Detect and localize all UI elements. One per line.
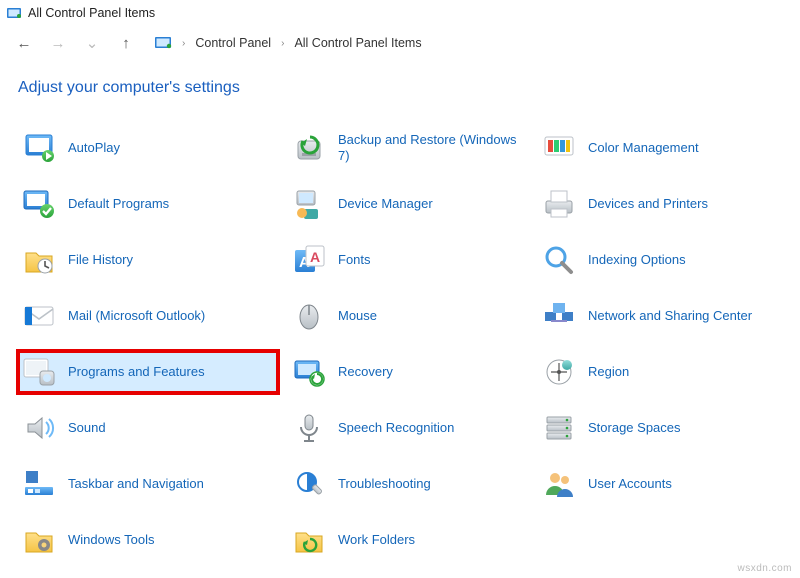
window-title: All Control Panel Items bbox=[28, 6, 155, 20]
item-label: User Accounts bbox=[588, 476, 672, 492]
breadcrumb-control-panel[interactable]: Control Panel bbox=[193, 34, 273, 52]
item-label: Device Manager bbox=[338, 196, 433, 212]
devices-printers-icon bbox=[542, 187, 576, 221]
file-history-icon bbox=[22, 243, 56, 277]
item-label: AutoPlay bbox=[68, 140, 120, 156]
item-troubleshooting[interactable]: Troubleshooting bbox=[288, 463, 528, 505]
item-devices-printers[interactable]: Devices and Printers bbox=[538, 183, 798, 225]
windows-tools-icon bbox=[22, 523, 56, 557]
breadcrumb-current[interactable]: All Control Panel Items bbox=[292, 34, 423, 52]
troubleshooting-icon bbox=[292, 467, 326, 501]
control-panel-icon bbox=[154, 34, 172, 52]
item-storage-spaces[interactable]: Storage Spaces bbox=[538, 407, 798, 449]
item-backup-restore[interactable]: Backup and Restore (Windows 7) bbox=[288, 127, 528, 169]
item-label: Windows Tools bbox=[68, 532, 154, 548]
item-device-manager[interactable]: Device Manager bbox=[288, 183, 528, 225]
autoplay-icon bbox=[22, 131, 56, 165]
item-windows-tools[interactable]: Windows Tools bbox=[18, 519, 278, 561]
item-label: Region bbox=[588, 364, 629, 380]
item-label: Mail (Microsoft Outlook) bbox=[68, 308, 205, 324]
recovery-icon bbox=[292, 355, 326, 389]
item-label: Troubleshooting bbox=[338, 476, 431, 492]
item-label: Work Folders bbox=[338, 532, 415, 548]
control-panel-icon bbox=[6, 5, 22, 21]
navigation-bar: ← → ⌄ ↑ › Control Panel › All Control Pa… bbox=[0, 23, 800, 63]
recent-locations-button[interactable]: ⌄ bbox=[80, 31, 104, 55]
item-label: Recovery bbox=[338, 364, 393, 380]
taskbar-navigation-icon bbox=[22, 467, 56, 501]
programs-features-icon bbox=[22, 355, 56, 389]
item-label: Indexing Options bbox=[588, 252, 686, 268]
item-speech-recognition[interactable]: Speech Recognition bbox=[288, 407, 528, 449]
item-label: Storage Spaces bbox=[588, 420, 681, 436]
item-label: Mouse bbox=[338, 308, 377, 324]
item-recovery[interactable]: Recovery bbox=[288, 351, 528, 393]
title-bar: All Control Panel Items bbox=[0, 0, 800, 23]
item-user-accounts[interactable]: User Accounts bbox=[538, 463, 798, 505]
item-color-management[interactable]: Color Management bbox=[538, 127, 798, 169]
item-label: Backup and Restore (Windows 7) bbox=[338, 132, 524, 163]
mail-icon bbox=[22, 299, 56, 333]
svg-text:A: A bbox=[310, 249, 320, 265]
item-label: Sound bbox=[68, 420, 106, 436]
work-folders-icon bbox=[292, 523, 326, 557]
color-management-icon bbox=[542, 131, 576, 165]
storage-spaces-icon bbox=[542, 411, 576, 445]
item-mouse[interactable]: Mouse bbox=[288, 295, 528, 337]
chevron-right-icon[interactable]: › bbox=[277, 38, 288, 49]
up-button[interactable]: ↑ bbox=[114, 31, 138, 55]
item-sound[interactable]: Sound bbox=[18, 407, 278, 449]
speech-recognition-icon bbox=[292, 411, 326, 445]
backup-restore-icon bbox=[292, 131, 326, 165]
back-button[interactable]: ← bbox=[12, 31, 36, 55]
sound-icon bbox=[22, 411, 56, 445]
mouse-icon bbox=[292, 299, 326, 333]
item-label: Speech Recognition bbox=[338, 420, 454, 436]
item-autoplay[interactable]: AutoPlay bbox=[18, 127, 278, 169]
address-bar[interactable]: › Control Panel › All Control Panel Item… bbox=[154, 34, 424, 52]
watermark: wsxdn.com bbox=[737, 563, 792, 574]
fonts-icon: A A bbox=[292, 243, 326, 277]
items-grid: AutoPlay Backup and Restore (Windows 7) … bbox=[0, 105, 800, 571]
item-fonts[interactable]: A A Fonts bbox=[288, 239, 528, 281]
item-label: Taskbar and Navigation bbox=[68, 476, 204, 492]
user-accounts-icon bbox=[542, 467, 576, 501]
default-programs-icon bbox=[22, 187, 56, 221]
item-region[interactable]: Region bbox=[538, 351, 798, 393]
indexing-options-icon bbox=[542, 243, 576, 277]
item-label: Fonts bbox=[338, 252, 371, 268]
item-label: Network and Sharing Center bbox=[588, 308, 752, 324]
region-icon bbox=[542, 355, 576, 389]
item-file-history[interactable]: File History bbox=[18, 239, 278, 281]
forward-button[interactable]: → bbox=[46, 31, 70, 55]
item-label: File History bbox=[68, 252, 133, 268]
item-label: Programs and Features bbox=[68, 364, 205, 380]
item-indexing-options[interactable]: Indexing Options bbox=[538, 239, 798, 281]
item-work-folders[interactable]: Work Folders bbox=[288, 519, 528, 561]
item-programs-features[interactable]: Programs and Features bbox=[18, 351, 278, 393]
item-taskbar-navigation[interactable]: Taskbar and Navigation bbox=[18, 463, 278, 505]
page-heading: Adjust your computer's settings bbox=[0, 63, 800, 105]
item-label: Color Management bbox=[588, 140, 699, 156]
network-sharing-icon bbox=[542, 299, 576, 333]
item-mail[interactable]: Mail (Microsoft Outlook) bbox=[18, 295, 278, 337]
item-network-sharing[interactable]: Network and Sharing Center bbox=[538, 295, 798, 337]
device-manager-icon bbox=[292, 187, 326, 221]
item-label: Devices and Printers bbox=[588, 196, 708, 212]
item-default-programs[interactable]: Default Programs bbox=[18, 183, 278, 225]
item-label: Default Programs bbox=[68, 196, 169, 212]
chevron-right-icon[interactable]: › bbox=[178, 38, 189, 49]
